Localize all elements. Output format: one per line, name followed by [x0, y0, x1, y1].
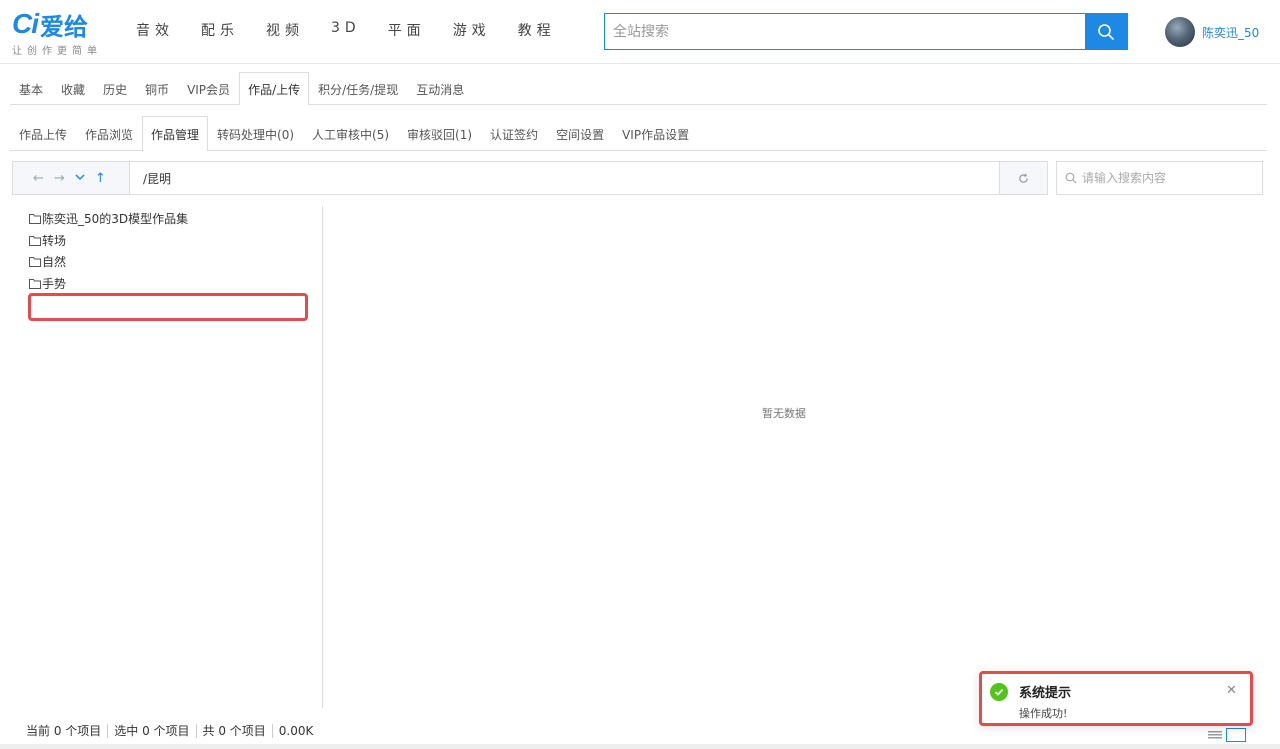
tab-certification[interactable]: 认证签约	[481, 117, 547, 151]
nav-item-3d[interactable]: 3D	[331, 20, 361, 40]
tab-transcoding[interactable]: 转码处理中(0)	[208, 117, 303, 151]
search-icon	[1065, 172, 1077, 184]
tab-basic[interactable]: 基本	[10, 73, 52, 105]
status-selected: 选中 0 个项目	[114, 724, 190, 738]
username[interactable]: 陈奕迅_50	[1202, 24, 1259, 41]
search-button[interactable]	[1085, 14, 1127, 49]
tab-manage[interactable]: 作品管理	[142, 116, 209, 151]
search-icon	[1098, 23, 1114, 40]
new-folder-name-input[interactable]	[28, 293, 308, 321]
status-current: 当前 0 个项目	[26, 724, 102, 738]
tab-vip[interactable]: VIP会员	[178, 73, 239, 105]
new-folder-input[interactable]	[31, 296, 305, 318]
tab-browse[interactable]: 作品浏览	[76, 117, 142, 151]
panel-divider[interactable]	[322, 206, 323, 708]
status-size: 0.00K	[278, 723, 314, 738]
tree-folder-label: 转场	[42, 233, 67, 248]
tree-folder[interactable]: 陈奕迅_50的3D模型作品集	[29, 208, 188, 230]
status-separator	[271, 723, 273, 738]
toast-title: 系统提示	[1019, 686, 1072, 701]
folder-icon	[29, 214, 41, 225]
tree-folder-label: 自然	[42, 255, 67, 270]
nav-item-video[interactable]: 视频	[266, 20, 304, 40]
tab-upload[interactable]: 作品上传	[10, 117, 76, 151]
nav-item-games[interactable]: 游戏	[453, 20, 491, 40]
tree-folder[interactable]: 转场	[29, 230, 188, 252]
tab-messages[interactable]: 互动消息	[407, 73, 473, 105]
tab-vip-settings[interactable]: VIP作品设置	[613, 117, 698, 151]
tree-folder-label: 陈奕迅_50的3D模型作品集	[42, 212, 189, 227]
tab-rejected[interactable]: 审核驳回(1)	[398, 117, 481, 151]
status-bar: 当前 0 个项目 选中 0 个项目 共 0 个项目 0.00K	[26, 722, 313, 739]
toast-notification: 系统提示 操作成功! ✕	[979, 671, 1253, 726]
nav-item-graphic[interactable]: 平面	[388, 20, 426, 40]
site-logo[interactable]: Ci 爱给 让创作更简单	[12, 8, 122, 58]
close-icon[interactable]: ✕	[1226, 683, 1237, 698]
path-bar: ← → ↑ /昆明	[12, 161, 1048, 195]
folder-icon	[29, 278, 41, 289]
tab-favorites[interactable]: 收藏	[52, 73, 94, 105]
site-header: Ci 爱给 让创作更简单 音效 配乐 视频 3D 平面 游戏 教程 陈奕迅_50	[0, 0, 1280, 64]
main-nav: 音效 配乐 视频 3D 平面 游戏 教程	[136, 20, 583, 40]
success-check-icon	[990, 683, 1008, 701]
list-view-icon[interactable]	[1208, 728, 1222, 740]
refresh-icon	[1019, 173, 1028, 183]
folder-icon	[29, 235, 41, 246]
folder-tree: 陈奕迅_50的3D模型作品集 转场 自然 手势	[29, 208, 188, 294]
toast-message: 操作成功!	[1019, 707, 1068, 720]
path-navigation: ← → ↑	[13, 162, 130, 194]
folder-icon	[29, 257, 41, 268]
chevron-down-icon[interactable]	[75, 171, 85, 186]
logo-mark: Ci	[12, 8, 39, 39]
tab-points-tasks[interactable]: 积分/任务/提现	[309, 73, 407, 105]
tree-folder[interactable]: 手势	[29, 273, 188, 295]
view-toggle	[1208, 728, 1246, 742]
search-input[interactable]	[605, 14, 1085, 49]
status-separator	[107, 723, 109, 738]
logo-slogan: 让创作更简单	[12, 46, 102, 57]
logo-text: 爱给	[40, 12, 88, 41]
main-tabs: 基本 收藏 历史 铜币 VIP会员 作品/上传 积分/任务/提现 互动消息	[10, 72, 1267, 105]
status-separator	[195, 723, 197, 738]
up-arrow-icon[interactable]: ↑	[95, 171, 106, 186]
current-path[interactable]: /昆明	[130, 162, 999, 194]
tab-works-upload[interactable]: 作品/上传	[239, 72, 310, 105]
folder-search-input[interactable]	[1082, 171, 1252, 185]
tab-coins[interactable]: 铜币	[136, 73, 178, 105]
page-bottom-border	[0, 744, 1280, 749]
tab-manual-review[interactable]: 人工审核中(5)	[303, 117, 398, 151]
grid-view-icon[interactable]	[1226, 728, 1246, 742]
forward-arrow-icon[interactable]: →	[54, 171, 65, 186]
status-total: 共 0 个项目	[202, 724, 266, 738]
tab-history[interactable]: 历史	[94, 73, 136, 105]
tree-folder[interactable]: 自然	[29, 251, 188, 273]
user-menu[interactable]: 陈奕迅_50	[1165, 17, 1259, 47]
folder-search	[1056, 161, 1263, 195]
tab-space-settings[interactable]: 空间设置	[547, 117, 613, 151]
nav-item-tutorials[interactable]: 教程	[518, 20, 556, 40]
refresh-button[interactable]	[999, 162, 1047, 194]
tree-folder-label: 手势	[42, 276, 67, 291]
back-arrow-icon[interactable]: ←	[33, 171, 44, 186]
sub-tabs: 作品上传 作品浏览 作品管理 转码处理中(0) 人工审核中(5) 审核驳回(1)…	[10, 116, 1267, 151]
nav-item-sound-effects[interactable]: 音效	[136, 20, 174, 40]
empty-state-text: 暂无数据	[762, 407, 806, 420]
nav-item-music[interactable]: 配乐	[201, 20, 239, 40]
avatar[interactable]	[1165, 17, 1195, 47]
site-search	[604, 13, 1128, 50]
